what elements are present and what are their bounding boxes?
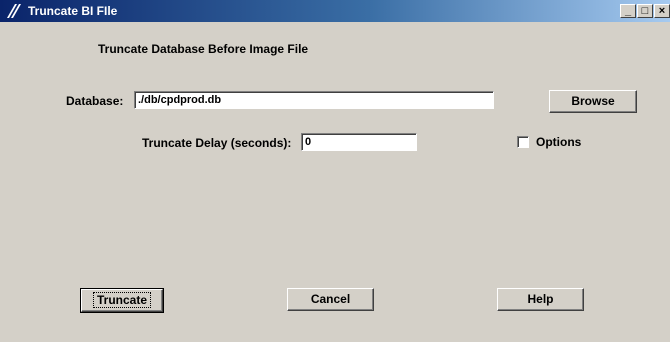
minimize-button[interactable]: _: [620, 4, 636, 18]
help-button[interactable]: Help: [497, 288, 584, 311]
help-button-label: Help: [527, 292, 554, 306]
browse-button[interactable]: Browse: [549, 90, 637, 113]
close-button[interactable]: ×: [654, 4, 670, 18]
browse-button-label: Browse: [571, 94, 615, 108]
database-label: Database:: [66, 94, 124, 108]
window-title: Truncate BI FIle: [28, 4, 118, 18]
database-field[interactable]: ./db/cpdprod.db: [134, 91, 494, 109]
truncate-button-label: Truncate: [92, 292, 151, 308]
maximize-icon: □: [641, 5, 649, 17]
dialog-heading: Truncate Database Before Image File: [98, 42, 309, 56]
truncate-button[interactable]: Truncate: [80, 288, 164, 313]
truncate-delay-label: Truncate Delay (seconds):: [142, 136, 292, 150]
cancel-button-label: Cancel: [310, 292, 351, 306]
options-label[interactable]: Options: [536, 135, 581, 149]
cancel-button[interactable]: Cancel: [287, 288, 374, 311]
app-icon: [7, 4, 21, 18]
maximize-button[interactable]: □: [637, 4, 653, 18]
title-bar[interactable]: Truncate BI FIle _ □ ×: [0, 0, 670, 22]
truncate-delay-field[interactable]: 0: [301, 133, 417, 151]
truncate-bi-file-window: Truncate BI FIle _ □ × Truncate Database…: [0, 0, 670, 342]
minimize-icon: _: [624, 5, 632, 17]
options-checkbox[interactable]: [517, 136, 529, 148]
close-icon: ×: [658, 5, 666, 17]
